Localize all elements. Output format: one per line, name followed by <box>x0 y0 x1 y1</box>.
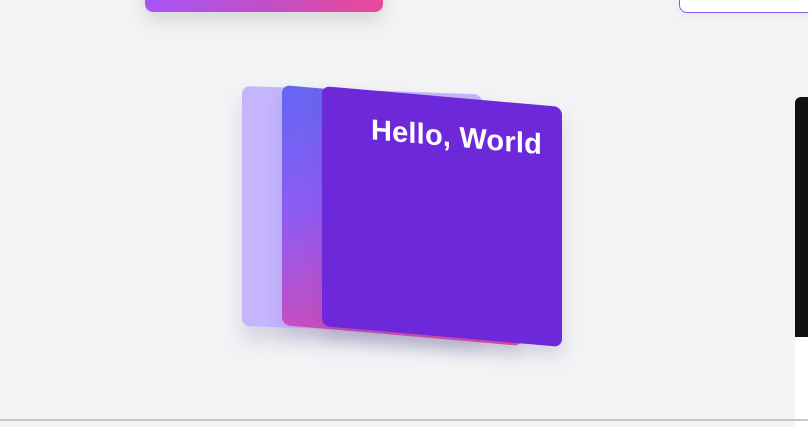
card-stack: Hello, World <box>0 0 808 421</box>
card-title: Hello, World <box>370 114 542 162</box>
front-card[interactable]: Hello, World <box>322 86 562 347</box>
